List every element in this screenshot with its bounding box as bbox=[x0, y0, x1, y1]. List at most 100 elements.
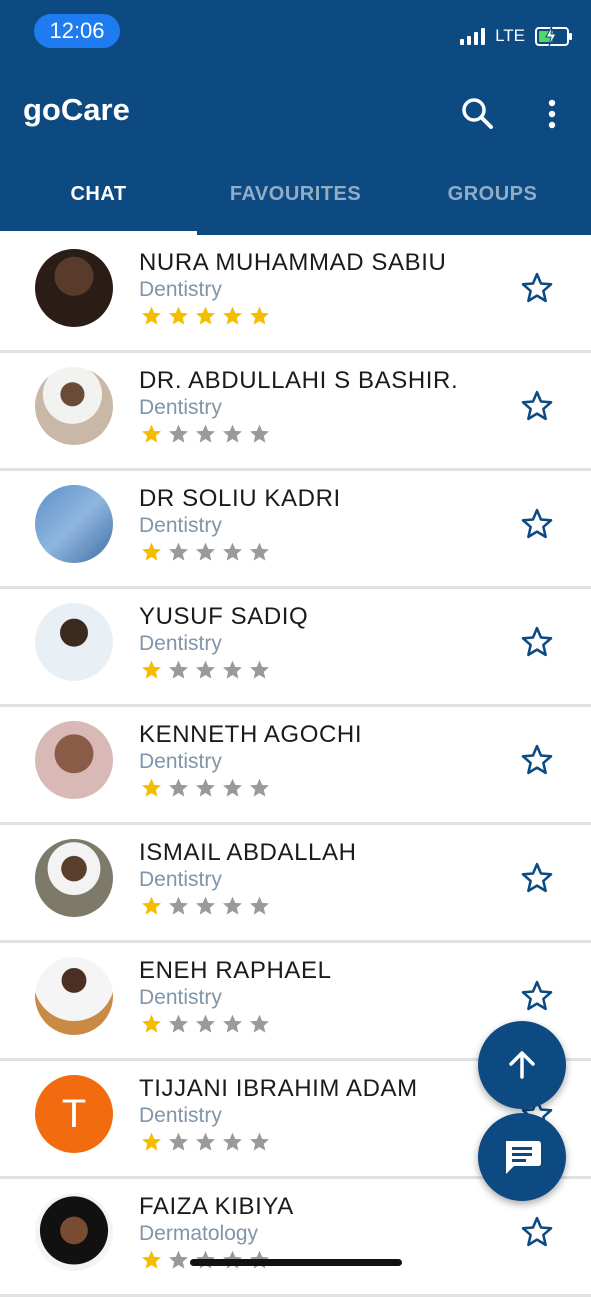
status-icons: LTE bbox=[460, 24, 572, 48]
doctor-rating bbox=[140, 1131, 271, 1153]
doctor-name: DR. ABDULLAHI S BASHIR. bbox=[139, 367, 459, 394]
doctor-rating bbox=[140, 423, 271, 445]
tab-chat[interactable]: CHAT bbox=[0, 160, 197, 235]
doctor-avatar: T bbox=[35, 1075, 113, 1153]
favourite-button[interactable] bbox=[520, 743, 554, 777]
doctor-name: ENEH RAPHAEL bbox=[139, 957, 332, 984]
doctor-name: DR SOLIU KADRI bbox=[139, 485, 341, 512]
app-bar: 12:06 LTE goCare CHAT FAVOURITES GROUPS bbox=[0, 0, 591, 235]
rating-star-icon bbox=[169, 1132, 188, 1151]
rating-star-icon bbox=[250, 660, 269, 679]
rating-star-icon bbox=[142, 1014, 161, 1033]
star-outline-icon bbox=[521, 272, 553, 303]
rating-star-icon bbox=[169, 660, 188, 679]
doctor-avatar bbox=[35, 603, 113, 681]
doctor-list-item[interactable]: DR. ABDULLAHI S BASHIR. Dentistry bbox=[0, 353, 591, 471]
rating-star-icon bbox=[196, 778, 215, 797]
doctor-rating bbox=[140, 895, 271, 917]
doctor-avatar bbox=[35, 839, 113, 917]
rating-star-icon bbox=[223, 1132, 242, 1151]
star-outline-icon bbox=[521, 626, 553, 657]
doctor-avatar bbox=[35, 485, 113, 563]
doctor-list-item[interactable]: KENNETH AGOCHI Dentistry bbox=[0, 707, 591, 825]
favourite-button[interactable] bbox=[520, 1215, 554, 1249]
doctor-specialty: Dentistry bbox=[139, 868, 222, 891]
rating-star-icon bbox=[223, 424, 242, 443]
doctor-rating bbox=[140, 777, 271, 799]
rating-star-icon bbox=[142, 778, 161, 797]
star-outline-icon bbox=[521, 390, 553, 421]
more-options-button[interactable] bbox=[535, 94, 569, 134]
rating-star-icon bbox=[223, 660, 242, 679]
doctor-name: ISMAIL ABDALLAH bbox=[139, 839, 357, 866]
doctor-specialty: Dentistry bbox=[139, 750, 222, 773]
favourite-button[interactable] bbox=[520, 271, 554, 305]
favourite-button[interactable] bbox=[520, 389, 554, 423]
doctor-name: FAIZA KIBIYA bbox=[139, 1193, 294, 1220]
doctor-avatar bbox=[35, 721, 113, 799]
doctor-list-item[interactable]: ISMAIL ABDALLAH Dentistry bbox=[0, 825, 591, 943]
rating-star-icon bbox=[223, 778, 242, 797]
app-title: goCare bbox=[23, 92, 130, 127]
rating-star-icon bbox=[169, 778, 188, 797]
rating-star-icon bbox=[196, 660, 215, 679]
doctor-avatar bbox=[35, 957, 113, 1035]
tab-groups[interactable]: GROUPS bbox=[394, 160, 591, 235]
tab-bar: CHAT FAVOURITES GROUPS bbox=[0, 160, 591, 235]
rating-star-icon bbox=[223, 306, 242, 325]
doctor-name: NURA MUHAMMAD SABIU bbox=[139, 249, 447, 276]
favourite-button[interactable] bbox=[520, 507, 554, 541]
rating-star-icon bbox=[169, 1250, 188, 1269]
favourite-button[interactable] bbox=[520, 979, 554, 1013]
rating-star-icon bbox=[223, 1014, 242, 1033]
doctor-rating bbox=[140, 1013, 271, 1035]
doctor-rating bbox=[140, 659, 271, 681]
favourite-button[interactable] bbox=[520, 625, 554, 659]
avatar-initial: T bbox=[61, 1091, 87, 1136]
rating-star-icon bbox=[196, 542, 215, 561]
doctor-avatar bbox=[35, 249, 113, 327]
rating-star-icon bbox=[196, 306, 215, 325]
doctor-name: YUSUF SADIQ bbox=[139, 603, 309, 630]
scroll-top-button[interactable] bbox=[478, 1021, 566, 1109]
doctor-name: KENNETH AGOCHI bbox=[139, 721, 363, 748]
doctor-avatar bbox=[35, 367, 113, 445]
network-label: LTE bbox=[495, 26, 525, 45]
doctor-specialty: Dentistry bbox=[139, 278, 222, 301]
signal-icon bbox=[460, 27, 486, 45]
doctor-specialty: Dentistry bbox=[139, 986, 222, 1009]
rating-star-icon bbox=[169, 1014, 188, 1033]
rating-star-icon bbox=[250, 778, 269, 797]
star-outline-icon bbox=[521, 508, 553, 539]
star-outline-icon bbox=[521, 1216, 553, 1247]
rating-star-icon bbox=[142, 1132, 161, 1151]
doctor-specialty: Dentistry bbox=[139, 514, 222, 537]
rating-star-icon bbox=[250, 1132, 269, 1151]
rating-star-icon bbox=[196, 896, 215, 915]
tab-favourites[interactable]: FAVOURITES bbox=[197, 160, 394, 235]
rating-star-icon bbox=[169, 306, 188, 325]
rating-star-icon bbox=[250, 306, 269, 325]
rating-star-icon bbox=[250, 1014, 269, 1033]
doctor-rating bbox=[140, 305, 271, 327]
rating-star-icon bbox=[196, 1014, 215, 1033]
doctor-specialty: Dermatology bbox=[139, 1222, 259, 1245]
home-indicator bbox=[190, 1259, 402, 1266]
rating-star-icon bbox=[142, 896, 161, 915]
doctor-list-item[interactable]: NURA MUHAMMAD SABIU Dentistry bbox=[0, 235, 591, 353]
star-outline-icon bbox=[521, 744, 553, 775]
status-time: 12:06 bbox=[34, 14, 120, 48]
rating-star-icon bbox=[196, 424, 215, 443]
rating-star-icon bbox=[196, 1132, 215, 1151]
doctor-list-item[interactable]: DR SOLIU KADRI Dentistry bbox=[0, 471, 591, 589]
search-button[interactable] bbox=[458, 94, 498, 134]
favourite-button[interactable] bbox=[520, 861, 554, 895]
doctor-avatar bbox=[35, 1193, 113, 1271]
doctor-list-item[interactable]: YUSUF SADIQ Dentistry bbox=[0, 589, 591, 707]
rating-star-icon bbox=[142, 306, 161, 325]
search-icon bbox=[462, 98, 493, 129]
rating-star-icon bbox=[142, 542, 161, 561]
new-chat-button[interactable] bbox=[478, 1113, 566, 1201]
rating-star-icon bbox=[250, 424, 269, 443]
rating-star-icon bbox=[142, 1250, 161, 1269]
